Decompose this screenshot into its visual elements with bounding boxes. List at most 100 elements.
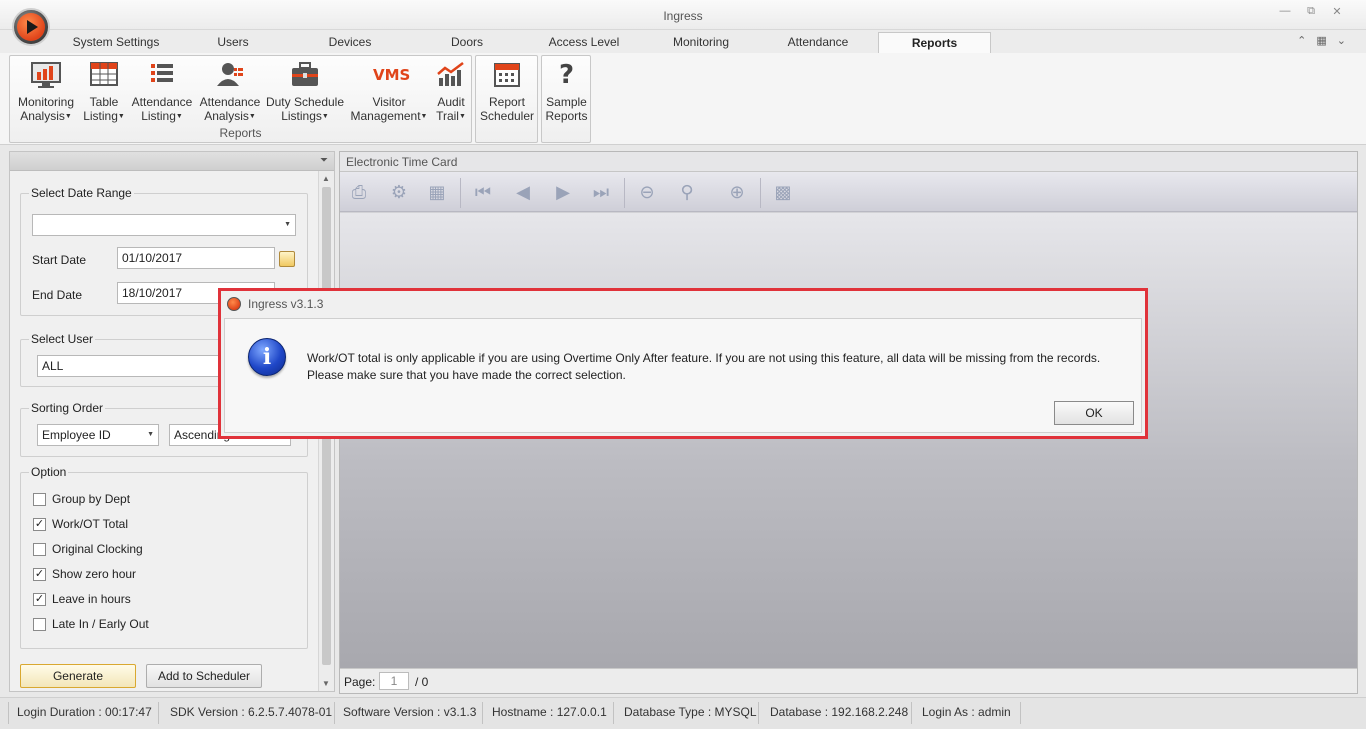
calendar-icon — [491, 60, 523, 90]
checkbox-box[interactable] — [33, 542, 46, 556]
chevron-down-icon: ▼ — [284, 221, 291, 228]
filter-panel-header: ⏷ — [10, 152, 334, 171]
scheduler-group: Report Scheduler — [475, 55, 538, 143]
status-software-version: Software Version : v3.1.3 — [343, 705, 477, 719]
visitor-management-label-1: Visitor — [372, 95, 406, 109]
report-scheduler-button[interactable]: Report Scheduler — [478, 60, 536, 123]
status-hostname: Hostname : 127.0.0.1 — [492, 705, 607, 719]
table-listing-label-2: Listing — [83, 109, 118, 123]
tab-doors[interactable]: Doors — [440, 32, 494, 53]
checkbox-box[interactable] — [33, 617, 46, 631]
app-menu-button[interactable] — [12, 8, 50, 46]
help-dropdown-icon[interactable]: ⌄ — [1337, 34, 1346, 47]
original-clocking-label: Original Clocking — [52, 542, 143, 556]
page-setup-icon[interactable]: ⚙ — [386, 180, 412, 204]
monitor-chart-icon — [30, 60, 62, 90]
save-icon[interactable]: ▩ — [770, 180, 796, 204]
scroll-up-icon[interactable]: ▲ — [322, 174, 330, 183]
original-clocking-checkbox[interactable]: Original Clocking — [33, 542, 143, 556]
message-dialog: Ingress v3.1.3 i Work/OT total is only a… — [218, 288, 1148, 439]
attendance-listing-label-2: Listing — [141, 109, 176, 123]
info-icon: i — [248, 338, 286, 376]
page-total: / 0 — [415, 675, 429, 689]
vms-icon: VMS — [373, 66, 411, 84]
tab-devices[interactable]: Devices — [315, 32, 385, 53]
zoom-out-icon[interactable]: ⊖ — [634, 180, 660, 204]
previous-page-icon[interactable]: ◀ — [510, 180, 536, 204]
close-icon[interactable]: ✕ — [1330, 5, 1344, 18]
audit-trail-label-1: Audit — [437, 95, 465, 109]
sample-reports-button[interactable]: ? Sample Reports — [544, 60, 589, 123]
checkbox-box[interactable] — [33, 492, 46, 506]
list-icon — [146, 60, 178, 90]
tab-users[interactable]: Users — [200, 32, 266, 53]
reports-group: Monitoring Analysis▼ Table Listing▼ Atte… — [9, 55, 472, 143]
table-listing-button[interactable]: Table Listing▼ — [82, 60, 126, 124]
dialog-body: i Work/OT total is only applicable if yo… — [224, 318, 1142, 433]
leave-in-hours-checkbox[interactable]: ✓ Leave in hours — [33, 592, 131, 606]
tab-system-settings[interactable]: System Settings — [62, 32, 170, 53]
restore-icon[interactable]: ⧉ — [1304, 5, 1318, 18]
monitoring-analysis-button[interactable]: Monitoring Analysis▼ — [13, 60, 79, 124]
duty-schedule-label-2: Listings — [281, 109, 322, 123]
start-date-input[interactable]: 01/10/2017 — [117, 247, 275, 269]
report-toolbar: ⎙ ⚙ ▦ ⏮ ◀ ▶ ⏭ ⊖ ⚲ ⊕ ▩ — [340, 172, 1357, 212]
export-icon[interactable]: ▦ — [424, 180, 450, 204]
dropdown-caret-icon: ▼ — [458, 112, 466, 120]
calendar-picker-icon[interactable] — [279, 251, 295, 267]
zoom-icon[interactable]: ⚲ — [674, 180, 700, 204]
checkbox-box[interactable]: ✓ — [33, 517, 46, 531]
tab-attendance[interactable]: Attendance — [776, 32, 860, 53]
start-date-label: Start Date — [32, 253, 87, 267]
sorting-order-legend: Sorting Order — [31, 401, 104, 415]
first-page-icon[interactable]: ⏮ — [470, 180, 496, 204]
chevron-down-icon: ▼ — [147, 431, 154, 438]
generate-button[interactable]: Generate — [20, 664, 136, 688]
status-login-duration: Login Duration : 00:17:47 — [17, 705, 152, 719]
work-ot-total-checkbox[interactable]: ✓ Work/OT Total — [33, 517, 128, 531]
table-listing-label-1: Table — [89, 95, 119, 109]
checkbox-box[interactable]: ✓ — [33, 592, 46, 606]
status-database: Database : 192.168.2.248 — [770, 705, 909, 719]
scroll-down-icon[interactable]: ▼ — [322, 679, 330, 688]
attendance-analysis-button[interactable]: Attendance Analysis▼ — [197, 60, 263, 124]
work-ot-total-label: Work/OT Total — [52, 517, 129, 531]
next-page-icon[interactable]: ▶ — [550, 180, 576, 204]
last-page-icon[interactable]: ⏭ — [588, 180, 614, 204]
briefcase-icon — [289, 60, 321, 90]
dialog-message-line-2: Please make sure that you have made the … — [307, 368, 626, 382]
report-pager: Page: 1 / 0 — [340, 668, 1357, 693]
tab-access-level[interactable]: Access Level — [540, 32, 628, 53]
table-icon — [88, 60, 120, 90]
tab-reports[interactable]: Reports — [878, 32, 991, 53]
end-date-label: End Date — [32, 288, 83, 302]
minimize-icon[interactable]: — — [1278, 5, 1292, 18]
duty-schedule-listings-button[interactable]: Duty Schedule Listings▼ — [265, 60, 345, 124]
dialog-message-line-1: Work/OT total is only applicable if you … — [307, 351, 1101, 365]
sample-group: ? Sample Reports — [541, 55, 591, 143]
ok-button[interactable]: OK — [1054, 401, 1134, 425]
checkbox-box[interactable]: ✓ — [33, 567, 46, 581]
audit-trail-button[interactable]: Audit Trail▼ — [431, 60, 471, 124]
zoom-in-icon[interactable]: ⊕ — [724, 180, 750, 204]
show-zero-hour-checkbox[interactable]: ✓ Show zero hour — [33, 567, 136, 581]
attendance-listing-button[interactable]: Attendance Listing▼ — [129, 60, 195, 124]
attendance-listing-label-1: Attendance — [131, 95, 193, 109]
sort-field-select[interactable]: Employee ID ▼ — [37, 424, 159, 446]
tab-monitoring[interactable]: Monitoring — [660, 32, 742, 53]
user-select[interactable]: ALL — [37, 355, 227, 377]
duty-schedule-label-1: Duty Schedule — [265, 95, 345, 109]
group-by-dept-checkbox[interactable]: Group by Dept — [33, 492, 130, 506]
add-to-scheduler-button[interactable]: Add to Scheduler — [146, 664, 262, 688]
late-in-early-out-checkbox[interactable]: Late In / Early Out — [33, 617, 149, 631]
style-icon[interactable]: ⌃ — [1297, 34, 1306, 47]
page-number-input[interactable]: 1 — [379, 672, 409, 690]
pin-icon[interactable]: ⏷ — [320, 155, 328, 166]
dropdown-caret-icon: ▼ — [420, 112, 428, 120]
layout-icon[interactable]: ▦ — [1316, 34, 1326, 47]
visitor-management-button[interactable]: VMS Visitor Management▼ — [349, 60, 429, 124]
print-icon[interactable]: ⎙ — [346, 180, 372, 204]
dialog-title-bar: Ingress v3.1.3 — [221, 291, 1145, 315]
group-by-dept-label: Group by Dept — [52, 492, 131, 506]
date-range-select[interactable]: ▼ — [32, 214, 296, 236]
